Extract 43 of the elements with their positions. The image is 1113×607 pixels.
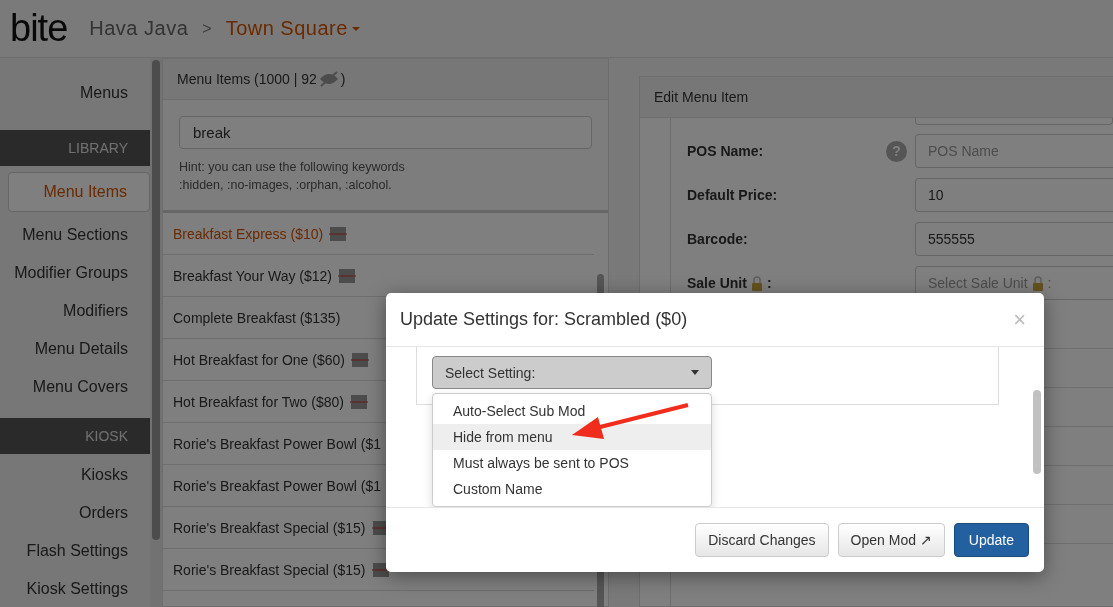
sidebar-section-header: LIBRARY [0, 130, 150, 166]
field-placeholder: : [1047, 275, 1052, 291]
panel-title: Edit Menu Item [640, 77, 1113, 118]
scrollbar[interactable] [150, 58, 162, 607]
sidebar-item[interactable]: Kiosk Settings [0, 570, 150, 607]
input-field[interactable]: 555555 [915, 222, 1113, 256]
padlock-icon [1031, 275, 1044, 291]
field-value: 555555 [928, 231, 975, 247]
logo[interactable]: bite [10, 7, 68, 50]
setting-select[interactable]: Select Setting: [432, 356, 712, 389]
sidebar-item[interactable]: Menu Details [0, 330, 150, 368]
field-label: : [766, 275, 772, 291]
sidebar-section-header: KIOSK [0, 418, 150, 454]
field-label: Sale Unit [687, 275, 747, 291]
sidebar-item[interactable]: Modifiers [0, 292, 150, 330]
caret-icon [691, 370, 699, 375]
sidebar-item[interactable]: Menus [0, 74, 150, 112]
field-label: Barcode: [687, 231, 748, 247]
location-dropdown[interactable]: Town Square [225, 17, 360, 40]
sidebar-item[interactable]: Menu Covers [0, 368, 150, 406]
panel-title-end: ) [340, 71, 346, 87]
breadcrumb-separator: > [202, 19, 212, 38]
breadcrumb-link[interactable]: Hava Java [89, 17, 189, 40]
menu-item-row[interactable]: Breakfast Express ($10) [163, 213, 594, 255]
sidebar-item[interactable]: Kiosks [0, 456, 150, 494]
dialog-button[interactable]: Discard Changes [695, 523, 829, 557]
sidebar-item[interactable]: Menu Sections [0, 216, 150, 254]
dialog-button[interactable]: Update [953, 523, 1029, 557]
sidebar-item[interactable]: Flash Settings [0, 532, 150, 570]
field-label: POS Name: [687, 143, 764, 159]
input-field[interactable]: 10 [915, 178, 1113, 212]
sidebar-item[interactable]: Menu Items [8, 172, 150, 212]
sidebar-item[interactable]: Orders [0, 494, 150, 532]
field-label: Default Price: [687, 187, 778, 203]
dropdown-option[interactable]: Hide from menu [433, 424, 711, 450]
sidebar-item[interactable]: Modifier Groups [0, 254, 150, 292]
hint-text: Hint: you can use the following keywords :hidden, :no-images, :orphan, :alcohol. [179, 159, 406, 194]
field-value: 10 [928, 187, 944, 203]
panel-title: Menu Items (1000 | 92 [177, 71, 317, 87]
search-field[interactable]: break [179, 116, 592, 149]
dialog-button[interactable]: Open Mod ↗ [837, 523, 945, 557]
scrollbar[interactable] [1033, 390, 1041, 474]
input-field[interactable] [915, 118, 1113, 125]
